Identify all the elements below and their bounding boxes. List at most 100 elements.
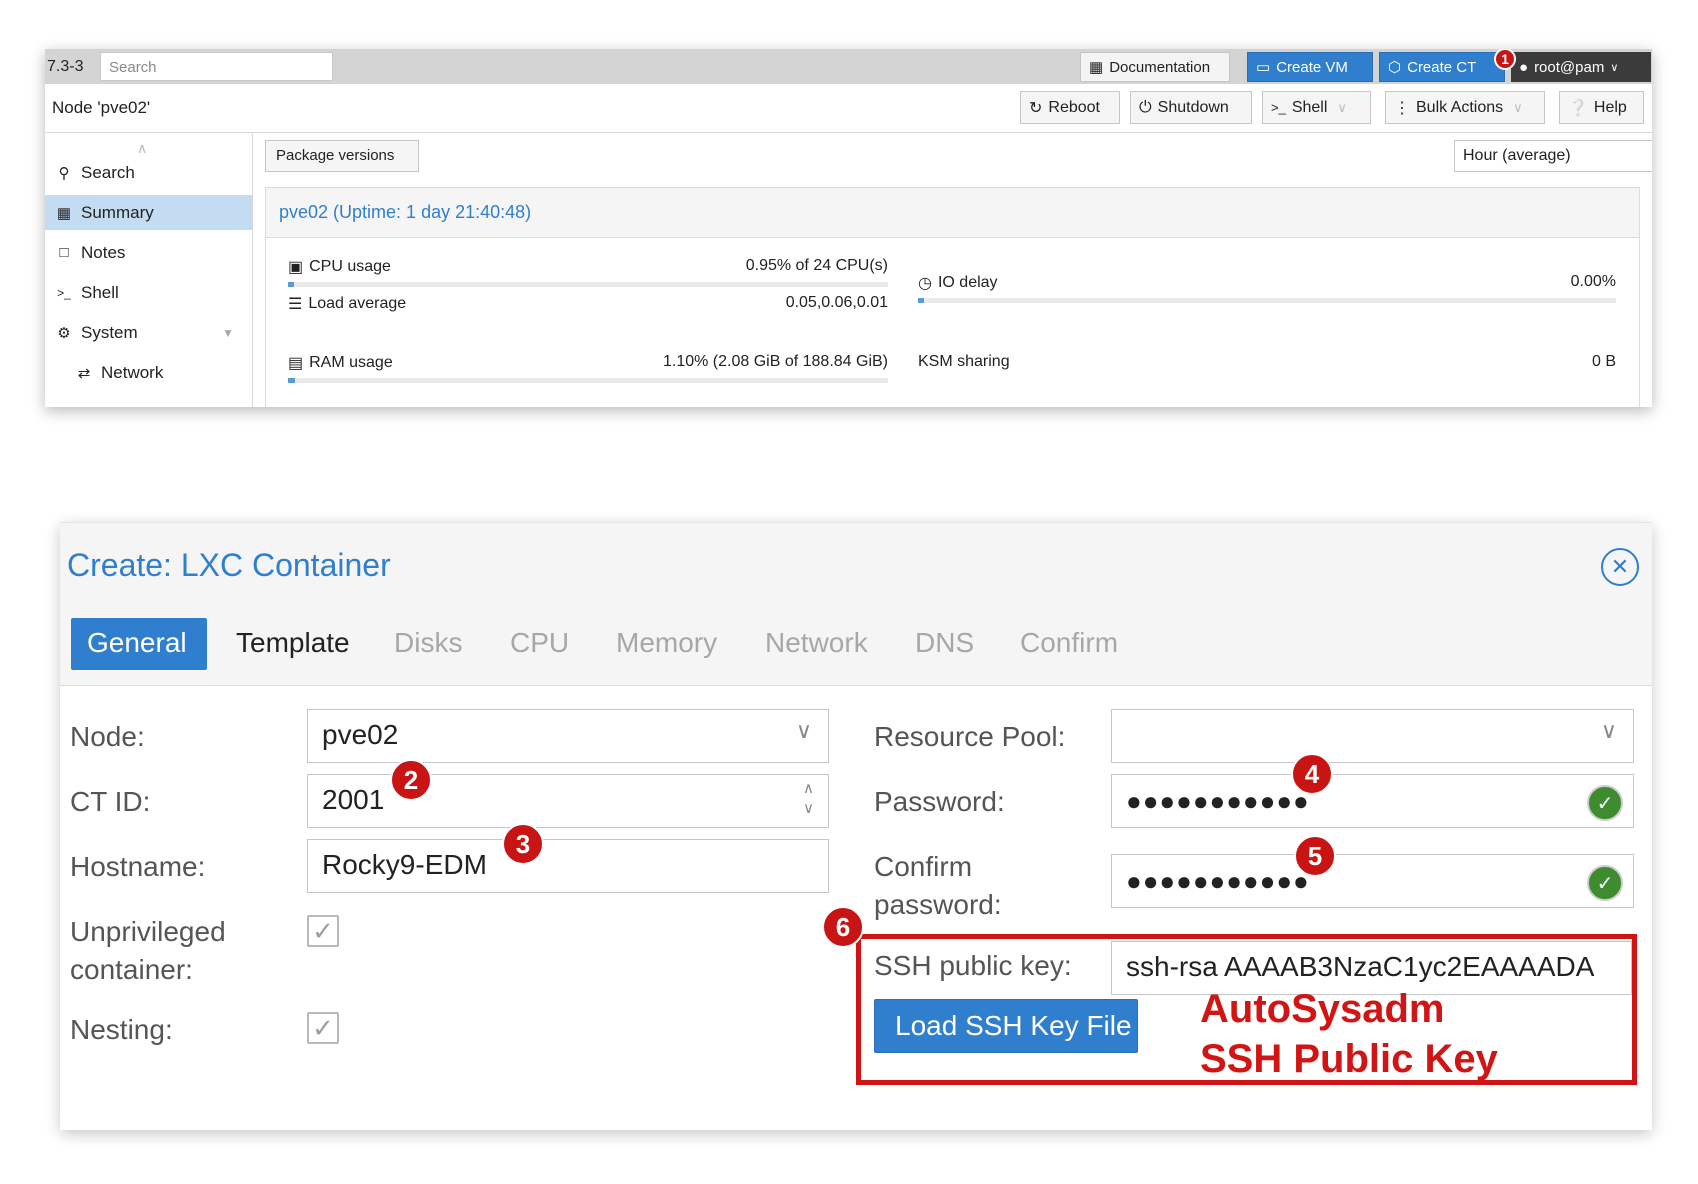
reboot-button[interactable]: ↻ Reboot bbox=[1020, 91, 1120, 124]
confirm-password-input[interactable]: ●●●●●●●●●●● ✓ bbox=[1111, 854, 1634, 908]
annotation-line2: SSH Public Key bbox=[1200, 1037, 1498, 1081]
io-delay-text: IO delay bbox=[937, 274, 998, 291]
confirm-password-value: ●●●●●●●●●●● bbox=[1126, 866, 1310, 896]
reboot-label: Reboot bbox=[1048, 98, 1100, 116]
terminal-icon: >_ bbox=[57, 285, 71, 300]
summary-main: Package versions Hour (average) ∨ pve02 … bbox=[253, 134, 1652, 407]
gears-icon: ⚙ bbox=[57, 324, 71, 342]
sidebar-item-label: System bbox=[81, 322, 138, 342]
tab-memory[interactable]: Memory bbox=[600, 618, 733, 670]
nesting-checkbox[interactable]: ✓ bbox=[307, 1012, 339, 1044]
spinner-icon[interactable]: ∧ ∨ bbox=[803, 779, 814, 819]
sidebar-item-shell[interactable]: >_ Shell bbox=[45, 275, 252, 310]
node-select[interactable]: pve02 ∨ bbox=[307, 709, 829, 763]
resource-pool-label: Resource Pool: bbox=[874, 721, 1066, 752]
io-delay-fill bbox=[918, 298, 924, 303]
book-icon: ▦ bbox=[1089, 59, 1104, 76]
tab-network[interactable]: Network bbox=[749, 618, 884, 670]
shutdown-button[interactable]: ⏻ Shutdown bbox=[1130, 91, 1252, 124]
top-toolbar: 7.3-3 Search ▦ Documentation ▭ Create VM… bbox=[45, 49, 1652, 84]
version-label: 7.3-3 bbox=[47, 58, 84, 75]
monitor-icon: ▭ bbox=[1256, 59, 1271, 76]
close-icon[interactable]: ✕ bbox=[1601, 548, 1639, 586]
node-label: Node: bbox=[70, 721, 145, 752]
ctid-value: 2001 bbox=[322, 784, 385, 815]
dialog-header: Create: LXC Container ✕ General Template… bbox=[60, 523, 1652, 686]
password-strength-icon: ✓ bbox=[1587, 865, 1623, 901]
step-marker-6: 6 bbox=[822, 906, 864, 948]
help-button[interactable]: ❔ Help bbox=[1559, 91, 1644, 124]
chevron-down-icon: ∨ bbox=[1513, 99, 1523, 115]
global-search-input[interactable]: Search bbox=[100, 52, 333, 81]
package-versions-button[interactable]: Package versions bbox=[265, 140, 419, 172]
bulk-actions-button[interactable]: ⋮ Bulk Actions ∨ bbox=[1385, 91, 1545, 124]
sidebar-item-summary[interactable]: ▦ Summary bbox=[45, 195, 252, 230]
shell-label: Shell bbox=[1291, 98, 1328, 116]
list-icon: ☰ bbox=[288, 296, 303, 313]
shutdown-label: Shutdown bbox=[1157, 98, 1229, 116]
sidebar-item-system[interactable]: ⚙ System ▼ bbox=[45, 315, 252, 350]
sidebar-item-label: Summary bbox=[81, 202, 154, 222]
password-value: ●●●●●●●●●●● bbox=[1126, 786, 1310, 816]
confirm-password-label-line1: Confirm bbox=[874, 851, 973, 882]
tab-dns[interactable]: DNS bbox=[899, 618, 990, 670]
step-marker-5: 5 bbox=[1294, 835, 1336, 877]
chevron-down-icon: ∨ bbox=[1610, 61, 1619, 74]
documentation-label: Documentation bbox=[1109, 58, 1211, 76]
tab-general[interactable]: General bbox=[71, 618, 207, 670]
step-marker-3: 3 bbox=[502, 823, 544, 865]
exchange-icon: ⇄ bbox=[77, 364, 91, 382]
node-header: Node 'pve02' ↻ Reboot ⏻ Shutdown >_ Shel… bbox=[45, 84, 1652, 133]
book-icon: ▦ bbox=[56, 204, 72, 222]
sidebar-item-search[interactable]: ⚲ Search bbox=[45, 155, 252, 190]
sidebar-item-notes[interactable]: □ Notes bbox=[45, 235, 252, 270]
node-sidebar: ∧ ⚲ Search ▦ Summary □ Notes >_ Shell ⚙ … bbox=[45, 134, 253, 407]
power-icon: ⏻ bbox=[1139, 98, 1152, 116]
documentation-button[interactable]: ▦ Documentation bbox=[1080, 52, 1230, 82]
timeframe-select[interactable]: Hour (average) ∨ bbox=[1454, 140, 1652, 172]
io-delay-bar bbox=[918, 298, 1616, 303]
help-label: Help bbox=[1593, 98, 1627, 116]
cpu-usage-bar bbox=[288, 282, 888, 287]
chevron-down-icon: ∨ bbox=[1337, 99, 1347, 115]
nesting-label: Nesting: bbox=[70, 1014, 173, 1045]
bulk-actions-label: Bulk Actions bbox=[1416, 98, 1504, 116]
io-delay-label: ◷ IO delay bbox=[918, 273, 998, 293]
sidebar-item-label: Shell bbox=[81, 282, 119, 302]
load-ssh-key-button[interactable]: Load SSH Key File bbox=[874, 999, 1138, 1053]
ctid-input[interactable]: 2001 ∧ ∨ bbox=[307, 774, 829, 828]
memory-icon: ▤ bbox=[288, 355, 304, 372]
load-average-value: 0.05,0.06,0.01 bbox=[785, 294, 888, 311]
cpu-usage-label: ▣ CPU usage bbox=[288, 257, 391, 277]
tab-cpu[interactable]: CPU bbox=[494, 618, 585, 670]
timeframe-value: Hour (average) bbox=[1463, 147, 1571, 164]
status-panel: pve02 (Uptime: 1 day 21:40:48) ▣ CPU usa… bbox=[265, 187, 1640, 407]
ram-usage-label: ▤ RAM usage bbox=[288, 353, 393, 373]
unprivileged-checkbox[interactable]: ✓ bbox=[307, 915, 339, 947]
create-ct-button[interactable]: ⬡ Create CT bbox=[1379, 52, 1505, 82]
resource-pool-select[interactable]: ∨ bbox=[1111, 709, 1634, 763]
create-vm-label: Create VM bbox=[1276, 58, 1348, 76]
confirm-password-label-line2: password: bbox=[874, 889, 1002, 920]
chevron-down-icon: ∨ bbox=[795, 718, 812, 743]
password-input[interactable]: ●●●●●●●●●●● ✓ bbox=[1111, 774, 1634, 828]
sidebar-item-network[interactable]: ⇄ Network bbox=[45, 355, 252, 390]
node-value: pve02 bbox=[322, 719, 399, 750]
cube-icon: ⬡ bbox=[1388, 59, 1402, 76]
step-marker-1: 1 bbox=[1494, 49, 1516, 70]
user-label: root@pam bbox=[1534, 58, 1605, 76]
tab-confirm[interactable]: Confirm bbox=[1004, 618, 1134, 670]
node-uptime-title: pve02 (Uptime: 1 day 21:40:48) bbox=[279, 202, 532, 222]
create-vm-button[interactable]: ▭ Create VM bbox=[1247, 52, 1373, 82]
caret-down-icon[interactable]: ▼ bbox=[222, 326, 234, 340]
ram-usage-value: 1.10% (2.08 GiB of 188.84 GiB) bbox=[662, 353, 888, 370]
create-lxc-dialog: Create: LXC Container ✕ General Template… bbox=[60, 522, 1652, 1130]
tab-template[interactable]: Template bbox=[220, 618, 366, 670]
step-marker-2: 2 bbox=[390, 759, 432, 801]
hostname-input[interactable]: Rocky9-EDM bbox=[307, 839, 829, 893]
shell-button[interactable]: >_ Shell ∨ bbox=[1262, 91, 1371, 124]
user-menu-button[interactable]: ● root@pam ∨ bbox=[1511, 52, 1651, 82]
io-delay-value: 0.00% bbox=[1570, 273, 1616, 290]
tab-disks[interactable]: Disks bbox=[378, 618, 478, 670]
help-icon: ❔ bbox=[1568, 99, 1588, 117]
